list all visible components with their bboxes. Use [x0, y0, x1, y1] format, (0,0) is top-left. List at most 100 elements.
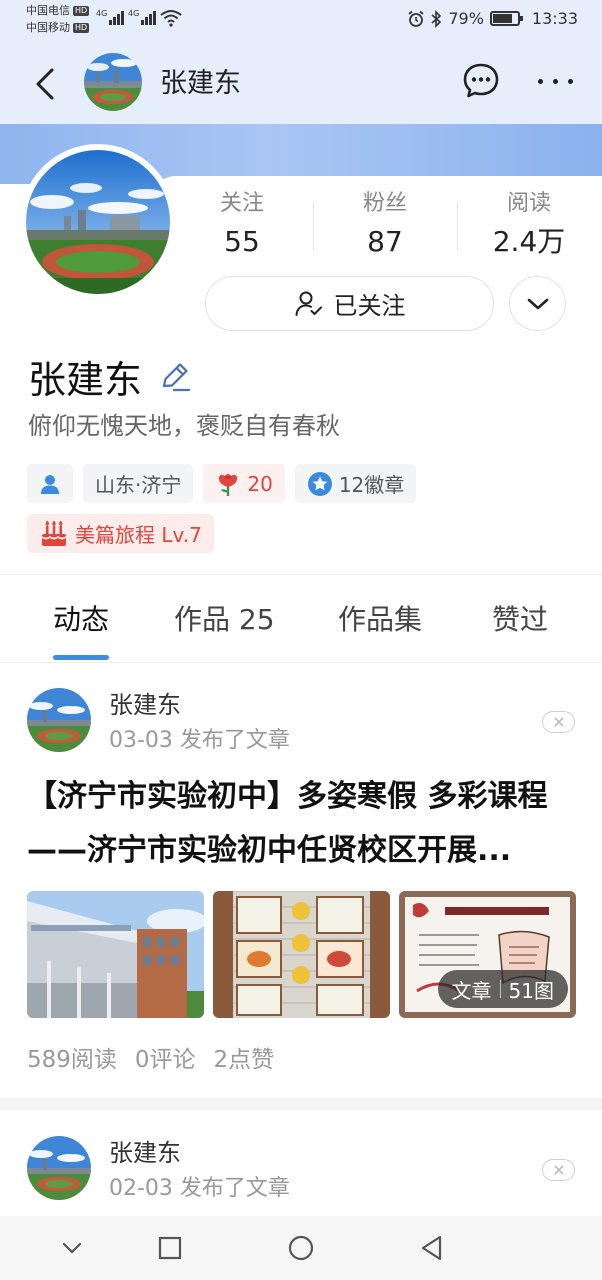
profile-signature: 俯仰无愧天地，褒贬自有春秋 [28, 412, 340, 440]
feed-thumbnail[interactable] [213, 891, 390, 1018]
badge-image-count: 51图 [508, 978, 554, 1003]
read-count: 589阅读 [27, 1047, 117, 1073]
carrier-2: 中国移动 HD [26, 21, 90, 35]
feed-title[interactable]: 【济宁市实验初中】多姿寒假 多彩课程——济宁市实验初中任贤校区开展... [27, 770, 577, 878]
signal-icon: 4G [96, 9, 125, 25]
network-2-label: 4G [128, 9, 140, 18]
stat-followers-label: 粉丝 [362, 191, 407, 216]
article-badge: 文章 51图 [437, 970, 568, 1008]
flower-tag[interactable]: 20 [203, 464, 285, 503]
journey-label: 美篇旅程 Lv.7 [75, 523, 202, 547]
top-nav: 张建东 [0, 44, 602, 124]
header-title: 张建东 [160, 68, 241, 99]
battery-icon [489, 11, 523, 26]
wifi-icon [160, 10, 182, 27]
dismiss-button[interactable] [542, 1159, 575, 1181]
user-check-icon [295, 291, 322, 316]
divider [313, 202, 314, 250]
cake-icon [41, 520, 67, 546]
following-button[interactable]: 已关注 [205, 276, 494, 331]
recommend-dropdown-button[interactable] [509, 276, 566, 331]
flower-count: 20 [247, 471, 273, 496]
feed-author[interactable]: 张建东 [109, 689, 181, 721]
signal-icon-2: 4G [128, 9, 157, 25]
recents-icon[interactable] [156, 1234, 184, 1262]
campus-photo [84, 53, 142, 111]
feed-stats: 589阅读 0评论 2点赞 [27, 1043, 274, 1077]
chevron-down-icon [527, 298, 548, 309]
badge-tag[interactable]: 12徽章 [294, 464, 417, 503]
ellipsis-icon[interactable] [534, 69, 576, 93]
stat-reads-value: 2.4万 [492, 225, 566, 258]
profile-tabs: 动态 作品 25 作品集 赞过 [0, 576, 602, 662]
profile-tags: 山东·济宁 20 12徽章 [27, 464, 417, 503]
battery-percent: 79% [448, 9, 484, 28]
following-button-label: 已关注 [333, 292, 406, 320]
close-icon [553, 717, 564, 727]
divider [0, 574, 602, 575]
stat-following-label: 关注 [219, 191, 264, 216]
header-avatar[interactable] [84, 53, 142, 111]
feed-avatar[interactable] [27, 1136, 91, 1200]
badge-count: 12徽章 [338, 473, 405, 497]
stat-followers-value: 87 [367, 225, 403, 258]
tab-works[interactable]: 作品 25 [174, 600, 275, 640]
home-icon[interactable] [287, 1234, 315, 1262]
location-tag: 山东·济宁 [83, 464, 194, 503]
like-count[interactable]: 2点赞 [214, 1043, 275, 1077]
school-building-photo [27, 891, 204, 1018]
campus-photo [26, 150, 170, 294]
hd-badge-2: HD [73, 23, 90, 33]
person-icon [41, 474, 59, 494]
feed-thumbnail[interactable] [27, 891, 204, 1018]
tab-liked[interactable]: 赞过 [492, 600, 548, 640]
hd-badge: HD [73, 6, 90, 16]
dismiss-button[interactable] [542, 711, 575, 733]
active-tab-indicator [53, 655, 109, 660]
back-icon[interactable] [418, 1234, 446, 1262]
bluetooth-icon [431, 9, 442, 28]
feed-meta: 03-03 发布了文章 [109, 728, 290, 753]
profile-avatar[interactable] [20, 144, 176, 300]
divider [0, 1098, 602, 1110]
journey-tag[interactable]: 美篇旅程 Lv.7 [27, 514, 214, 553]
clock: 13:33 [531, 9, 578, 28]
flower-icon [219, 473, 238, 496]
feed-avatar[interactable] [27, 688, 91, 752]
stat-followers[interactable]: 粉丝 87 [320, 188, 450, 262]
alarm-icon [408, 10, 424, 27]
close-icon [553, 1165, 564, 1175]
comment-count[interactable]: 0评论 [135, 1043, 196, 1077]
stat-reads-label: 阅读 [506, 191, 551, 216]
edit-pencil-icon[interactable] [158, 359, 192, 393]
feed-item[interactable] [0, 663, 602, 1098]
battery-fill [492, 14, 512, 23]
stat-following[interactable]: 关注 55 [177, 188, 307, 262]
chat-bubble-icon[interactable] [462, 62, 500, 100]
tab-activity[interactable]: 动态 [53, 600, 109, 640]
status-right: 79% 13:33 [407, 9, 578, 28]
feed-meta: 02-03 发布了文章 [109, 1176, 290, 1201]
carrier-1-label: 中国电信 [26, 4, 70, 17]
carrier-1: 中国电信 HD [26, 4, 90, 18]
location-label: 山东·济宁 [95, 473, 182, 497]
carrier-2-label: 中国移动 [26, 21, 70, 34]
gender-tag [27, 464, 73, 503]
feed-thumbnail[interactable]: 文章 51图 [399, 891, 576, 1018]
poster-wall-photo [213, 891, 390, 1018]
chevron-left-icon[interactable] [30, 64, 62, 104]
divider [457, 202, 458, 250]
chevron-down-icon[interactable] [58, 1234, 86, 1262]
campus-photo [27, 1136, 91, 1200]
status-bar: 中国电信 HD 中国移动 HD 4G 4G 79% 13:33 [0, 0, 602, 44]
system-nav-bar [0, 1216, 602, 1280]
badge-star-icon [307, 471, 332, 496]
network-1-label: 4G [96, 9, 108, 18]
campus-photo [27, 688, 91, 752]
profile-name: 张建东 [28, 357, 143, 402]
stat-reads[interactable]: 阅读 2.4万 [464, 188, 594, 262]
badge-type: 文章 [451, 978, 492, 1003]
name-row: 张建东 [28, 350, 192, 402]
feed-author[interactable]: 张建东 [109, 1137, 181, 1169]
tab-collections[interactable]: 作品集 [338, 600, 422, 640]
